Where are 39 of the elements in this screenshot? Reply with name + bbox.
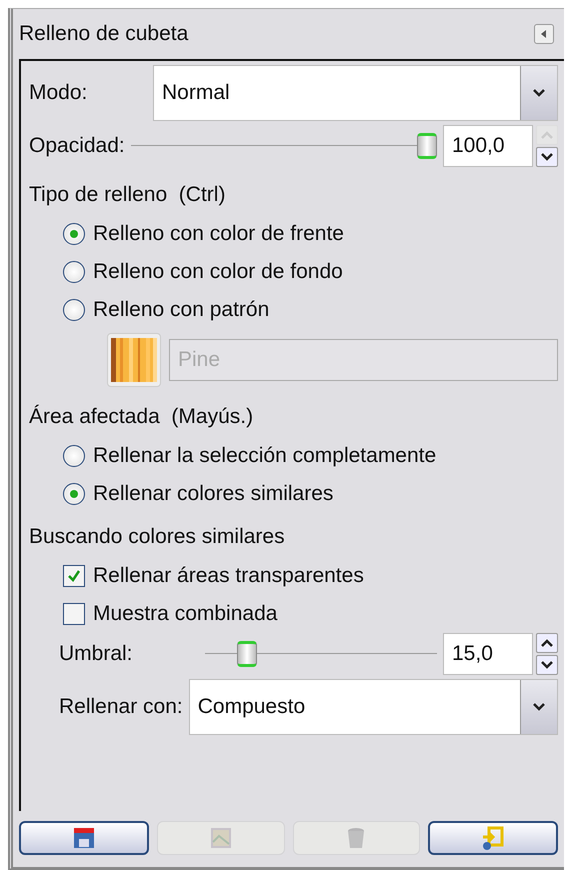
reset-button[interactable] bbox=[428, 821, 558, 855]
checkbox-option[interactable]: Muestra combinada bbox=[29, 595, 558, 633]
mode-label: Modo: bbox=[29, 81, 88, 105]
triangle-left-icon bbox=[539, 29, 549, 39]
spin-up-button[interactable] bbox=[536, 633, 558, 653]
section-heading: Buscando colores similares bbox=[29, 525, 286, 549]
slider-thumb[interactable] bbox=[236, 641, 257, 667]
radio-option[interactable]: Relleno con color de fondo bbox=[29, 253, 558, 291]
opacity-label: Opacidad: bbox=[29, 134, 125, 158]
checkbox-option[interactable]: Rellenar áreas transparentes bbox=[29, 557, 558, 595]
chevron-down-icon bbox=[532, 88, 546, 98]
fill-with-label: Rellenar con: bbox=[59, 695, 183, 719]
threshold-slider[interactable] bbox=[205, 639, 437, 669]
chevron-down-icon bbox=[532, 702, 546, 712]
spin-down-button[interactable] bbox=[536, 147, 558, 167]
mode-dropdown[interactable]: Normal bbox=[153, 65, 558, 121]
radio-option[interactable]: Relleno con patrón bbox=[29, 291, 558, 329]
panel-menu-button[interactable] bbox=[534, 24, 554, 44]
radio-option[interactable]: Rellenar la selección completamente bbox=[29, 437, 558, 475]
panel-title: Relleno de cubeta bbox=[19, 22, 188, 46]
radio-option[interactable]: Rellenar colores similares bbox=[29, 475, 558, 513]
spin-down-button[interactable] bbox=[536, 655, 558, 675]
save-button[interactable] bbox=[19, 821, 149, 855]
pattern-swatch[interactable] bbox=[107, 333, 161, 387]
threshold-label: Umbral: bbox=[59, 642, 134, 666]
section-heading: Tipo de relleno (Ctrl) bbox=[29, 183, 226, 207]
fill-with-dropdown[interactable]: Compuesto bbox=[188, 679, 558, 735]
section-heading: Área afectada (Mayús.) bbox=[29, 405, 254, 429]
opacity-slider[interactable] bbox=[130, 131, 437, 161]
chevron-down-icon bbox=[541, 153, 553, 161]
reset-icon bbox=[480, 825, 506, 851]
threshold-value-field[interactable]: 15,0 bbox=[443, 633, 533, 675]
chevron-up-icon bbox=[541, 131, 553, 139]
chevron-up-icon bbox=[541, 639, 553, 647]
chevron-down-icon bbox=[541, 661, 553, 669]
image-icon bbox=[208, 826, 233, 850]
opacity-value-field[interactable]: 100,0 bbox=[443, 125, 533, 167]
radio-option[interactable]: Relleno con color de frente bbox=[29, 215, 558, 253]
slider-thumb[interactable] bbox=[417, 133, 437, 159]
